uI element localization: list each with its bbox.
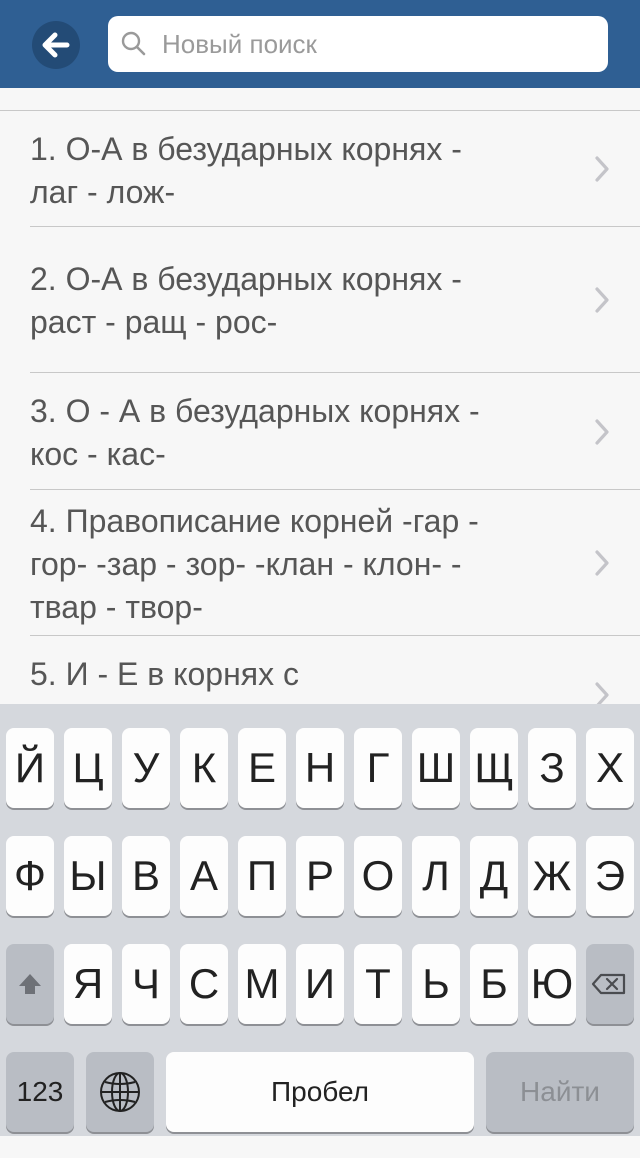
key-letter[interactable]: Ю xyxy=(528,944,576,1024)
globe-key[interactable] xyxy=(86,1052,154,1132)
key-letter[interactable]: Ц xyxy=(64,728,112,808)
list-item[interactable]: 4. Правописание корней -гар - гор- -зар … xyxy=(0,490,640,636)
key-letter[interactable]: И xyxy=(296,944,344,1024)
globe-icon xyxy=(100,1072,140,1112)
backspace-icon xyxy=(591,973,626,995)
key-letter[interactable]: Э xyxy=(586,836,634,916)
key-letter[interactable]: В xyxy=(122,836,170,916)
key-letter[interactable]: Т xyxy=(354,944,402,1024)
list-item[interactable]: 1. О-А в безударных корнях - лаг - лож- xyxy=(0,111,640,227)
backspace-key[interactable] xyxy=(586,944,634,1024)
search-box[interactable] xyxy=(108,16,608,72)
results-list: 1. О-А в безударных корнях - лаг - лож- … xyxy=(0,88,640,704)
list-item-label: 2. О-А в безударных корнях - раст - ращ … xyxy=(30,261,462,340)
key-letter[interactable]: О xyxy=(354,836,402,916)
search-icon xyxy=(121,31,146,56)
key-letter[interactable]: З xyxy=(528,728,576,808)
chevron-right-icon xyxy=(595,550,609,576)
key-letter[interactable]: Й xyxy=(6,728,54,808)
key-letter[interactable]: Ь xyxy=(412,944,460,1024)
key-letter[interactable]: Щ xyxy=(470,728,518,808)
key-letter[interactable]: Д xyxy=(470,836,518,916)
nav-bar xyxy=(0,0,640,88)
key-letter[interactable]: Ж xyxy=(528,836,576,916)
list-item[interactable]: 5. И - Е в корнях с xyxy=(0,636,640,704)
key-letter[interactable]: У xyxy=(122,728,170,808)
space-key[interactable]: Пробел xyxy=(166,1052,474,1132)
keyboard: Й Ц У К Е Н Г Ш Щ З Х Ф Ы В А П Р О Л Д … xyxy=(0,704,640,1136)
key-letter[interactable]: Г xyxy=(354,728,402,808)
key-letter[interactable]: П xyxy=(238,836,286,916)
search-return-key[interactable]: Найти xyxy=(486,1052,634,1132)
key-letter[interactable]: Л xyxy=(412,836,460,916)
search-input[interactable] xyxy=(162,16,592,72)
arrow-left-icon xyxy=(42,32,70,58)
key-letter[interactable]: М xyxy=(238,944,286,1024)
shift-arrow-icon xyxy=(19,974,41,994)
list-item-label: 4. Правописание корней -гар - гор- -зар … xyxy=(30,503,479,625)
chevron-right-icon xyxy=(595,156,609,182)
list-item-label: 5. И - Е в корнях с xyxy=(30,656,299,692)
key-letter[interactable]: Ш xyxy=(412,728,460,808)
shift-key[interactable] xyxy=(6,944,54,1024)
key-letter[interactable]: Р xyxy=(296,836,344,916)
key-letter[interactable]: Х xyxy=(586,728,634,808)
key-letter[interactable]: А xyxy=(180,836,228,916)
key-letter[interactable]: Я xyxy=(64,944,112,1024)
chevron-right-icon xyxy=(595,287,609,313)
key-letter[interactable]: Ч xyxy=(122,944,170,1024)
back-button[interactable] xyxy=(32,21,80,69)
list-item[interactable]: 2. О-А в безударных корнях - раст - ращ … xyxy=(0,227,640,373)
list-item-label: 3. О - А в безударных корнях - кос - кас… xyxy=(30,393,480,472)
key-letter[interactable]: Е xyxy=(238,728,286,808)
key-letter[interactable]: С xyxy=(180,944,228,1024)
numbers-key[interactable]: 123 xyxy=(6,1052,74,1132)
key-letter[interactable]: Н xyxy=(296,728,344,808)
chevron-right-icon xyxy=(595,419,609,445)
chevron-right-icon xyxy=(595,682,609,704)
key-letter[interactable]: Б xyxy=(470,944,518,1024)
key-letter[interactable]: Ы xyxy=(64,836,112,916)
list-item-label: 1. О-А в безударных корнях - лаг - лож- xyxy=(30,131,462,210)
key-letter[interactable]: К xyxy=(180,728,228,808)
key-letter[interactable]: Ф xyxy=(6,836,54,916)
list-item[interactable]: 3. О - А в безударных корнях - кос - кас… xyxy=(0,373,640,490)
